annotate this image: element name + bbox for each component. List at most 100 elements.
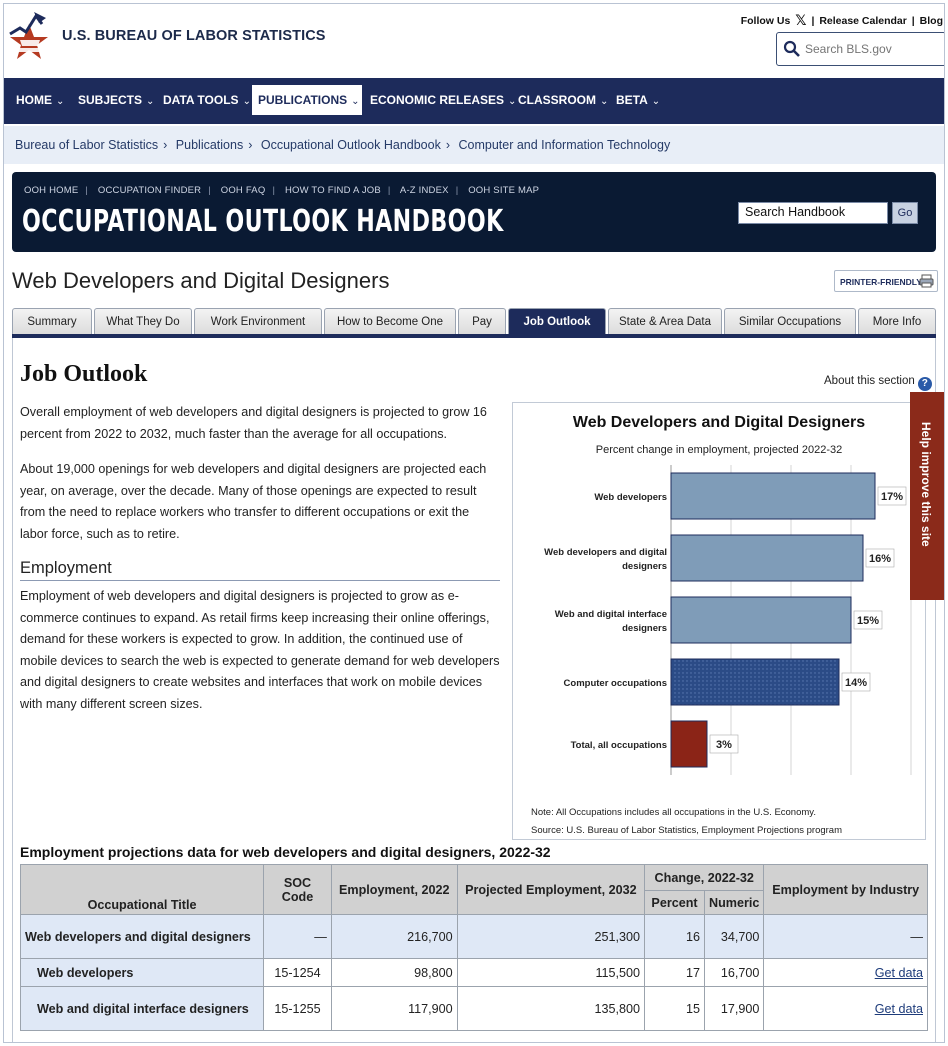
job-outlook-chart: Web Developers and Digital Designers Perc… (512, 402, 926, 840)
chart-svg: Web Developers and Digital Designers Perc… (531, 414, 912, 836)
chart-note: Note: All Occupations includes all occup… (531, 807, 816, 818)
chart-subtitle: Percent change in employment, projected … (596, 444, 842, 456)
data-label: 15% (857, 615, 879, 627)
outlook-paragraph-1: Overall employment of web developers and… (20, 405, 487, 441)
cell-employment: 117,900 (330, 986, 458, 1031)
category-label: Web developers and digital (544, 547, 667, 558)
cell-soc: 15-1254 (263, 958, 332, 987)
bar (670, 472, 876, 520)
tab-similar-occupations[interactable]: Similar Occupations (724, 308, 856, 334)
site-title[interactable]: U.S. BUREAU OF LABOR STATISTICS (62, 28, 326, 44)
bar (670, 596, 852, 644)
section-heading: Job Outlook (20, 361, 148, 387)
cell-soc: 15-1255 (263, 986, 332, 1031)
breadcrumb-item[interactable]: Computer and Information Technology (459, 138, 671, 152)
projections-table: Occupational Title SOC Code Employment, … (19, 864, 928, 1031)
col-header-numeric: Numeric (704, 890, 765, 915)
about-this-section-link[interactable]: About this section? (824, 375, 932, 391)
x-social-icon[interactable]: 𝕏 (794, 12, 807, 28)
printer-friendly-button[interactable]: PRINTER-FRIENDLY (834, 270, 938, 292)
nav-publications[interactable]: PUBLICATIONS ⌄ (252, 85, 362, 115)
ooh-links: OOH HOME | OCCUPATION FINDER | OOH FAQ | HO… (24, 185, 540, 196)
col-header-soc: SOC Code (263, 864, 332, 915)
nav-beta[interactable]: BETA ⌄ (610, 85, 666, 115)
search-input[interactable] (803, 39, 937, 59)
search-icon[interactable] (783, 40, 801, 58)
occupation-finder-link[interactable]: OCCUPATION FINDER (98, 185, 201, 196)
cell-employment: 216,700 (330, 914, 458, 959)
tab-job-outlook[interactable]: Job Outlook (508, 308, 606, 334)
get-data-link[interactable]: Get data (875, 1002, 923, 1016)
nav-subjects[interactable]: SUBJECTS ⌄ (72, 85, 160, 115)
follow-us-link[interactable]: Follow Us (740, 15, 792, 27)
cell-numeric: 16,700 (704, 958, 765, 987)
site-search[interactable] (776, 32, 944, 66)
handbook-search-input[interactable]: Search Handbook (738, 202, 888, 224)
main-nav: HOME ⌄ SUBJECTS ⌄ DATA TOOLS ⌄ PUBLICATIONS… (4, 78, 944, 124)
ooh-title[interactable]: OCCUPATIONAL OUTLOOK HANDBOOK (22, 204, 504, 239)
page-title: Web Developers and Digital Designers (12, 268, 390, 293)
breadcrumb-item[interactable]: Occupational Outlook Handbook (261, 138, 441, 152)
cell-percent: 16 (644, 914, 706, 959)
tab-state-area-data[interactable]: State & Area Data (608, 308, 722, 334)
tab-pay[interactable]: Pay (458, 308, 506, 334)
chart-source: Source: U.S. Bureau of Labor Statistics,… (531, 825, 842, 836)
category-label: Web and digital interface (555, 609, 667, 620)
data-label: 17% (881, 491, 903, 503)
feedback-tab[interactable]: Help improve this site (910, 392, 944, 600)
cell-title: Web and digital interface designers (19, 986, 265, 1031)
tab-summary[interactable]: Summary (12, 308, 92, 334)
chevron-right-icon: › (445, 138, 451, 152)
handbook-search-go-button[interactable]: Go (892, 202, 918, 224)
chart-title: Web Developers and Digital Designers (573, 414, 865, 431)
nav-classroom[interactable]: CLASSROOM ⌄ (512, 85, 614, 115)
col-header-industry: Employment by Industry (763, 864, 928, 915)
cell-numeric: 17,900 (704, 986, 765, 1031)
bls-logo-icon[interactable] (6, 10, 52, 64)
col-header-title: Occupational Title (19, 864, 265, 915)
ooh-faq-link[interactable]: OOH FAQ (221, 185, 266, 196)
chevron-down-icon: ⌄ (146, 96, 155, 107)
get-data-link[interactable]: Get data (875, 966, 923, 980)
cell-percent: 17 (644, 958, 706, 987)
nav-home[interactable]: HOME ⌄ (10, 85, 70, 115)
category-label: designers (622, 561, 667, 572)
site-header: U.S. BUREAU OF LABOR STATISTICS Follow U… (4, 4, 944, 78)
tab-what-they-do[interactable]: What They Do (94, 308, 192, 334)
cell-percent: 15 (644, 986, 706, 1031)
ooh-home-link[interactable]: OOH HOME (24, 185, 78, 196)
release-calendar-link[interactable]: Release Calendar (818, 15, 908, 27)
chevron-down-icon: ⌄ (351, 96, 360, 107)
cell-projected: 115,500 (456, 958, 646, 987)
bar (670, 720, 708, 768)
data-label: 14% (845, 677, 867, 689)
bar (670, 534, 864, 582)
chevron-down-icon: ⌄ (56, 96, 65, 107)
a-z-index-link[interactable]: A-Z INDEX (400, 185, 449, 196)
help-icon[interactable]: ? (917, 377, 932, 391)
col-header-percent: Percent (644, 890, 706, 915)
cell-title: Web developers (19, 958, 265, 987)
cell-title: Web developers and digital designers (19, 914, 265, 959)
blog-link[interactable]: Blog (919, 15, 944, 27)
ooh-site-map-link[interactable]: OOH SITE MAP (468, 185, 539, 196)
nav-economic-releases[interactable]: ECONOMIC RELEASES ⌄ (364, 85, 522, 115)
chevron-right-icon: › (248, 138, 253, 152)
breadcrumb-item[interactable]: Publications (176, 138, 243, 152)
printer-icon (919, 274, 934, 288)
tab-more-info[interactable]: More Info (858, 308, 936, 334)
page-frame: U.S. BUREAU OF LABOR STATISTICS Follow U… (3, 3, 945, 1043)
tab-how-to-become-one[interactable]: How to Become One (324, 308, 456, 334)
nav-data-tools[interactable]: DATA TOOLS ⌄ (157, 85, 257, 115)
employment-paragraph: Employment of web developers and digital… (20, 589, 500, 711)
data-label: 16% (869, 553, 891, 565)
category-label: designers (622, 623, 667, 634)
table-row: Web developers and digital designers — 2… (19, 914, 928, 959)
top-links: Follow Us 𝕏 | Release Calendar | Blog (740, 12, 944, 28)
how-to-find-job-link[interactable]: HOW TO FIND A JOB (285, 185, 381, 196)
breadcrumb-item[interactable]: Bureau of Labor Statistics (15, 138, 158, 152)
bar (670, 658, 840, 706)
tab-work-environment[interactable]: Work Environment (194, 308, 322, 334)
category-label: Web developers (594, 492, 667, 503)
chevron-right-icon: › (163, 138, 168, 152)
